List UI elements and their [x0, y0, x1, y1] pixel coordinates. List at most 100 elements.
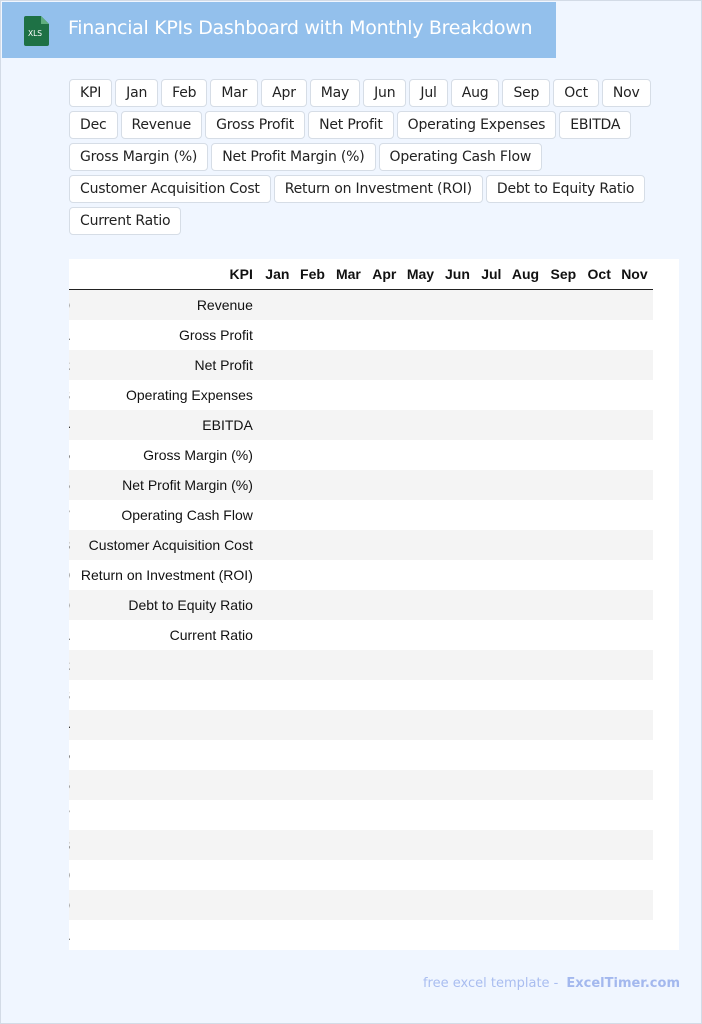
toggle-button-debt-to-equity-ratio[interactable]: Debt to Equity Ratio: [485, 175, 646, 203]
column-header-mar[interactable]: Mar: [330, 259, 367, 290]
toggle-button-revenue[interactable]: Revenue: [120, 111, 203, 139]
month-cell: [616, 830, 653, 860]
month-cell: [507, 590, 544, 620]
month-cell: [367, 800, 402, 830]
kpi-cell: Net Profit Margin (%): [122, 477, 253, 493]
month-cell: [583, 620, 616, 650]
month-cell: [476, 920, 507, 950]
month-cell: [295, 530, 330, 560]
month-cell: [439, 440, 476, 470]
month-cell: [295, 410, 330, 440]
month-cell: [583, 290, 616, 321]
column-header-jun[interactable]: Jun: [439, 259, 476, 290]
toggle-button-return-on-investment-roi[interactable]: Return on Investment (ROI): [273, 175, 483, 203]
toggle-button-oct[interactable]: Oct: [553, 79, 599, 107]
toggle-button-may[interactable]: May: [309, 79, 361, 107]
column-header-kpi[interactable]: KPI: [69, 259, 260, 290]
page: XLS Financial KPIs Dashboard with Monthl…: [0, 0, 702, 1024]
month-cell: [616, 290, 653, 321]
month-cell: [295, 350, 330, 380]
toggle-button-operating-expenses[interactable]: Operating Expenses: [396, 111, 557, 139]
column-header-sep[interactable]: Sep: [544, 259, 583, 290]
month-cell: [439, 320, 476, 350]
month-cell: [476, 530, 507, 560]
month-cell: [439, 470, 476, 500]
month-cell: [616, 530, 653, 560]
toggle-button-net-profit[interactable]: Net Profit: [308, 111, 394, 139]
month-cell: [295, 770, 330, 800]
month-cell: [295, 560, 330, 590]
toggle-button-customer-acquisition-cost[interactable]: Customer Acquisition Cost: [69, 175, 271, 203]
toggle-button-operating-cash-flow[interactable]: Operating Cash Flow: [378, 143, 543, 171]
month-cell: [295, 290, 330, 321]
month-cell: [507, 290, 544, 321]
month-cell: [295, 680, 330, 710]
month-cell: [367, 470, 402, 500]
month-cell: [402, 920, 439, 950]
month-cell: [583, 710, 616, 740]
month-cell: [507, 800, 544, 830]
month-cell: [507, 680, 544, 710]
toggle-button-kpi[interactable]: KPI: [69, 79, 113, 107]
month-cell: [260, 770, 295, 800]
toggle-button-jan[interactable]: Jan: [115, 79, 159, 107]
month-cell: [402, 410, 439, 440]
toggle-button-sep[interactable]: Sep: [502, 79, 551, 107]
month-cell: [330, 890, 367, 920]
month-cell: [507, 830, 544, 860]
toggle-button-ebitda[interactable]: EBITDA: [559, 111, 632, 139]
toggle-button-jun[interactable]: Jun: [363, 79, 407, 107]
toggle-button-net-profit-margin[interactable]: Net Profit Margin (%): [211, 143, 376, 171]
month-cell: [439, 500, 476, 530]
toggle-button-gross-margin[interactable]: Gross Margin (%): [69, 143, 209, 171]
toggle-button-aug[interactable]: Aug: [450, 79, 500, 107]
column-toggle-buttons: KPI Jan Feb Mar Apr May Jun Jul Aug Sep Oct Nov Dec R…: [69, 79, 669, 235]
column-header-jan[interactable]: Jan: [259, 259, 295, 290]
month-cell: [367, 650, 402, 680]
month-cell: [544, 710, 582, 740]
month-cell: [330, 920, 367, 950]
column-header-apr[interactable]: Apr: [366, 259, 402, 290]
month-cell: [544, 560, 582, 590]
kpi-cell: [70, 920, 260, 950]
toggle-button-mar[interactable]: Mar: [210, 79, 259, 107]
toggle-button-apr[interactable]: Apr: [261, 79, 307, 107]
month-cell: [295, 860, 330, 890]
month-cell: [507, 860, 544, 890]
column-header-oct[interactable]: Oct: [582, 259, 616, 290]
month-cell: [260, 860, 295, 890]
month-cell: [616, 860, 653, 890]
month-cell: [330, 680, 367, 710]
kpi-table-container[interactable]: KPIJanFebMarAprMayJunJulAugSepOctNov 0Re…: [69, 259, 679, 950]
kpi-cell: Return on Investment (ROI): [80, 567, 253, 583]
footer-text: free excel template -: [422, 976, 559, 991]
month-cell: [544, 680, 582, 710]
column-header-may[interactable]: May: [401, 259, 440, 290]
month-cell: [260, 410, 295, 440]
column-header-jul[interactable]: Jul: [475, 259, 507, 290]
column-header-feb[interactable]: Feb: [294, 259, 331, 290]
toggle-button-nov[interactable]: Nov: [601, 79, 651, 107]
column-header-aug[interactable]: Aug: [506, 259, 545, 290]
toggle-button-feb[interactable]: Feb: [161, 79, 208, 107]
toggle-button-current-ratio[interactable]: Current Ratio: [69, 207, 182, 235]
toggle-button-dec[interactable]: Dec: [69, 111, 118, 139]
month-cell: [260, 440, 295, 470]
toggle-button-gross-profit[interactable]: Gross Profit: [205, 111, 306, 139]
month-cell: [260, 500, 295, 530]
month-cell: [616, 770, 653, 800]
month-cell: [295, 500, 330, 530]
month-cell: [616, 470, 653, 500]
kpi-cell: [70, 740, 260, 770]
month-cell: [616, 710, 653, 740]
month-cell: [616, 890, 653, 920]
month-cell: [330, 770, 367, 800]
footer-brand-link[interactable]: ExcelTimer.com: [566, 976, 680, 991]
kpi-cell: Operating Expenses: [126, 387, 253, 403]
table-row: 13: [69, 680, 653, 710]
kpi-cell: [70, 770, 260, 800]
month-cell: [583, 890, 616, 920]
column-header-nov[interactable]: Nov: [615, 259, 653, 290]
toggle-button-jul[interactable]: Jul: [409, 79, 448, 107]
month-cell: [260, 530, 295, 560]
